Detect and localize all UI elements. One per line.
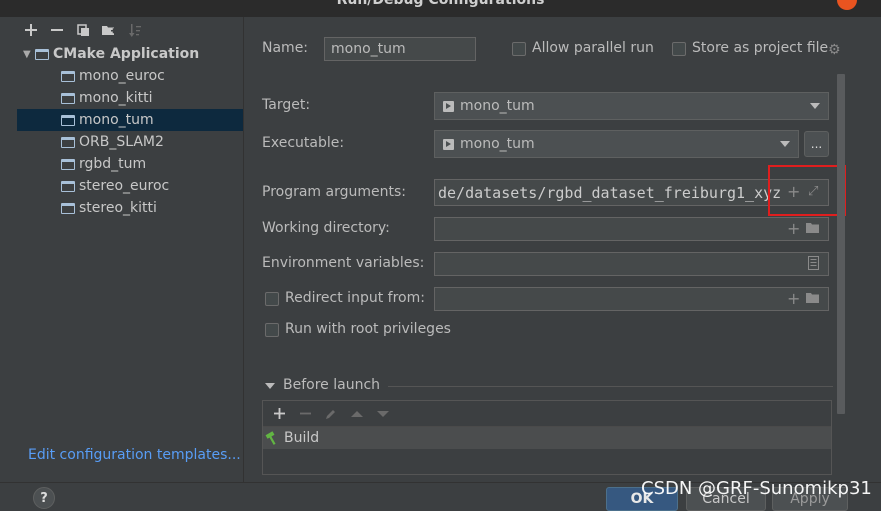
executable-label: Executable: <box>262 135 345 151</box>
edit-list-icon[interactable] <box>808 256 819 273</box>
run-target-icon <box>443 100 454 112</box>
before-launch-item-label: Build <box>284 430 320 446</box>
before-launch-label: Before launch <box>283 377 381 393</box>
new-folder-icon[interactable] <box>101 22 117 38</box>
allow-parallel-run-checkbox[interactable] <box>512 42 526 56</box>
chevron-down-icon <box>810 103 820 109</box>
program-arguments-label: Program arguments: <box>262 184 406 200</box>
tree-root-cmake-application[interactable]: ▼ CMake Application <box>17 43 243 65</box>
environment-variables-label: Environment variables: <box>262 255 425 271</box>
tree-item-label: rgbd_tum <box>79 156 147 172</box>
add-icon[interactable] <box>271 406 287 422</box>
config-icon <box>61 70 75 82</box>
store-as-project-file-checkbox[interactable] <box>672 42 686 56</box>
tree-item-mono-euroc[interactable]: mono_euroc <box>17 65 243 87</box>
run-target-icon <box>443 138 454 150</box>
config-icon <box>61 180 75 192</box>
title-bar: Run/Debug Configurations <box>0 0 881 17</box>
tree-item-orb-slam2[interactable]: ORB_SLAM2 <box>17 131 243 153</box>
remove-icon[interactable] <box>297 406 313 422</box>
before-launch-item-build[interactable]: Build <box>263 427 831 449</box>
collapse-arrow-icon[interactable] <box>265 383 275 389</box>
config-icon <box>61 114 75 126</box>
insert-macro-icon[interactable]: + <box>787 221 800 237</box>
config-icon <box>61 202 75 214</box>
sort-icon[interactable] <box>127 22 143 38</box>
move-up-icon[interactable] <box>349 406 365 422</box>
tree-item-label: ORB_SLAM2 <box>79 134 164 150</box>
redirect-input-label: Redirect input from: <box>285 290 425 306</box>
chevron-down-icon <box>780 141 790 147</box>
tree-item-label: stereo_kitti <box>79 200 157 216</box>
allow-parallel-run-label: Allow parallel run <box>532 40 654 56</box>
before-launch-toolbar <box>263 401 831 427</box>
tree-item-rgbd-tum[interactable]: rgbd_tum <box>17 153 243 175</box>
section-divider <box>388 386 833 387</box>
executable-value: mono_tum <box>460 136 535 152</box>
gear-icon[interactable]: ⚙ <box>828 42 841 58</box>
cmake-config-icon <box>35 48 49 60</box>
folder-icon[interactable] <box>806 221 820 237</box>
close-window-button[interactable] <box>837 0 857 10</box>
config-icon <box>61 158 75 170</box>
edit-icon[interactable] <box>323 406 339 422</box>
help-button[interactable]: ? <box>33 487 55 509</box>
name-input[interactable]: mono_tum <box>324 37 476 61</box>
working-directory-label: Working directory: <box>262 220 390 236</box>
tree-root-label: CMake Application <box>53 46 200 62</box>
watermark-text: CSDN @GRF-Sunomikp31 <box>641 478 872 499</box>
tree-toolbar <box>17 17 243 43</box>
hammer-icon <box>265 431 279 445</box>
working-directory-input[interactable]: + <box>434 217 829 241</box>
run-with-root-privileges-label: Run with root privileges <box>285 321 451 337</box>
insert-macro-icon[interactable]: + <box>787 291 800 307</box>
configuration-tree-panel: ▼ CMake Application mono_euroc mono_kitt… <box>17 17 244 482</box>
tree-item-label: stereo_euroc <box>79 178 170 194</box>
tree-item-label: mono_euroc <box>79 68 165 84</box>
redirect-input-field[interactable]: + <box>434 287 829 311</box>
highlight-annotation-box <box>768 165 846 216</box>
tree-item-mono-tum[interactable]: mono_tum <box>17 109 243 131</box>
environment-variables-input[interactable] <box>434 252 829 276</box>
remove-icon[interactable] <box>49 22 65 38</box>
store-as-project-file-label: Store as project file <box>692 40 829 56</box>
program-arguments-value: de/datasets/rgbd_dataset_freiburg1_xyz <box>438 184 780 202</box>
tree-item-stereo-euroc[interactable]: stereo_euroc <box>17 175 243 197</box>
copy-icon[interactable] <box>75 22 91 38</box>
window-title: Run/Debug Configurations <box>336 0 545 8</box>
target-dropdown[interactable]: mono_tum <box>434 92 829 120</box>
redirect-input-checkbox[interactable] <box>265 292 279 306</box>
tree-item-label: mono_kitti <box>79 90 153 106</box>
executable-dropdown[interactable]: mono_tum <box>434 130 799 158</box>
folder-icon[interactable] <box>806 291 820 307</box>
target-label: Target: <box>262 97 311 113</box>
config-icon <box>61 136 75 148</box>
name-label: Name: <box>262 40 309 56</box>
before-launch-panel: Build <box>262 400 832 475</box>
move-down-icon[interactable] <box>375 406 391 422</box>
configuration-form: Name: mono_tum Allow parallel run Store … <box>245 17 881 482</box>
vertical-scrollbar[interactable] <box>837 74 845 414</box>
add-icon[interactable] <box>23 22 39 38</box>
tree-item-stereo-kitti[interactable]: stereo_kitti <box>17 197 243 219</box>
browse-executable-button[interactable]: ... <box>804 131 829 157</box>
expand-arrow-icon[interactable]: ▼ <box>23 49 35 60</box>
tree-item-mono-kitti[interactable]: mono_kitti <box>17 87 243 109</box>
edit-configuration-templates-link[interactable]: Edit configuration templates... <box>28 447 241 463</box>
target-value: mono_tum <box>460 98 535 114</box>
run-with-root-privileges-checkbox[interactable] <box>265 323 279 337</box>
left-edge <box>0 17 17 482</box>
tree-item-label: mono_tum <box>79 112 154 128</box>
config-icon <box>61 92 75 104</box>
